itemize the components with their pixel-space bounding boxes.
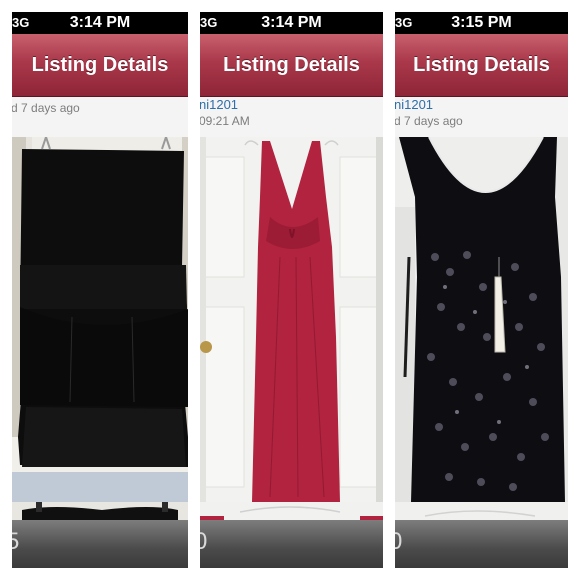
status-time: 3:14 PM xyxy=(261,14,322,31)
dress-photo-image xyxy=(200,137,383,502)
listing-time: d 7 days ago xyxy=(12,101,80,115)
listing-meta: d 7 days ago xyxy=(12,97,188,137)
listing-meta: ni1201 d 7 days ago xyxy=(395,97,568,137)
screen-2: 3G 3:14 PM Listing Details ni1201 09:21 … xyxy=(200,12,383,568)
seller-username[interactable]: ni1201 xyxy=(200,97,238,112)
price-text: 5 xyxy=(12,528,20,555)
screen-3: 3G 3:15 PM Listing Details ni1201 d 7 da… xyxy=(395,12,568,568)
price-bar: 0 xyxy=(395,520,568,568)
listing-photo[interactable] xyxy=(12,137,188,502)
price-text: 0 xyxy=(395,528,403,555)
dress-photo-image xyxy=(12,137,188,502)
seller-username[interactable]: ni1201 xyxy=(395,97,433,112)
status-time: 3:15 PM xyxy=(451,14,512,31)
listing-photo[interactable] xyxy=(200,137,383,502)
dress-photo-image xyxy=(395,137,568,502)
nav-bar: Listing Details xyxy=(395,34,568,97)
nav-bar: Listing Details xyxy=(200,34,383,97)
price-bar: 5 xyxy=(12,520,188,568)
price-text: 0 xyxy=(200,528,208,555)
nav-bar: Listing Details xyxy=(12,34,188,97)
status-bar: 3G 3:15 PM xyxy=(395,12,568,34)
nav-title: Listing Details xyxy=(31,54,169,76)
price-bar: 0 xyxy=(200,520,383,568)
listing-photo[interactable] xyxy=(395,137,568,502)
listing-meta: ni1201 09:21 AM xyxy=(200,97,383,137)
listing-time: 09:21 AM xyxy=(200,114,250,128)
status-time: 3:14 PM xyxy=(69,14,131,31)
nav-title: Listing Details xyxy=(223,54,360,76)
status-bar: 3G 3:14 PM xyxy=(200,12,383,34)
status-bar: 3G 3:14 PM xyxy=(12,12,188,34)
listing-time: d 7 days ago xyxy=(395,114,463,128)
nav-title: Listing Details xyxy=(413,54,550,76)
screen-1: 3G 3:14 PM Listing Details d 7 days ago xyxy=(12,12,188,568)
